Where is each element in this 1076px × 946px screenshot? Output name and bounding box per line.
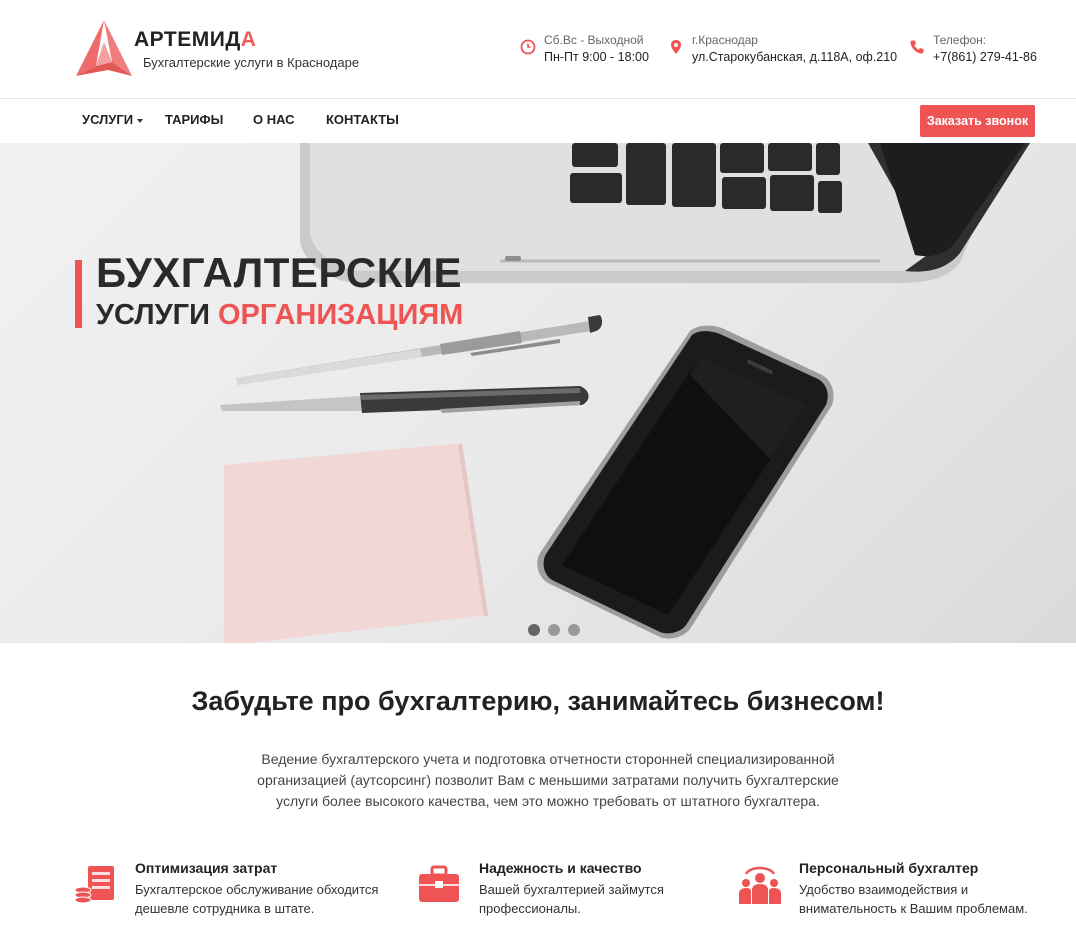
nav-item-contacts[interactable]: КОНТАКТЫ: [326, 112, 399, 127]
chevron-down-icon: [137, 118, 144, 123]
briefcase-icon: [419, 865, 459, 902]
phone-number[interactable]: +7(861) 279-41-86: [933, 50, 1037, 64]
work-hours-weekend: Сб.Вс - Выходной: [544, 33, 644, 47]
map-pin-icon: [671, 40, 681, 54]
feature-title: Персональный бухгалтер: [799, 860, 979, 876]
main-nav: УСЛУГИ ТАРИФЫ О НАС КОНТАКТЫ Заказать зв…: [0, 99, 1076, 143]
brand-tagline: Бухгалтерские услуги в Краснодаре: [143, 55, 360, 70]
feature-cost-optimization: Оптимизация затрат Бухгалтерское обслужи…: [74, 860, 394, 930]
feature-desc: Удобство взаимодействия и внимательность…: [799, 882, 1028, 916]
feature-title: Оптимизация затрат: [135, 860, 278, 876]
phone-icon: [910, 40, 924, 54]
feature-personal-accountant: Персональный бухгалтер Удобство взаимоде…: [738, 860, 1038, 930]
slider-dot-2[interactable]: [548, 624, 560, 636]
slider-dot-3[interactable]: [568, 624, 580, 636]
hero-title-line1: БУХГАЛТЕРСКИЕ: [96, 249, 463, 296]
hero-image: [220, 143, 1030, 643]
nav-item-tariffs[interactable]: ТАРИФЫ: [165, 112, 223, 127]
address-street: ул.Старокубанская, д.118А, оф.210: [692, 50, 898, 64]
address-city: г.Краснодар: [692, 33, 758, 47]
site-header: АРТЕМИДА Бухгалтерские услуги в Краснода…: [0, 0, 1076, 98]
phone-label: Телефон:: [933, 33, 987, 47]
feature-desc: Вашей бухгалтерией займутся профессионал…: [479, 882, 664, 916]
section-title: Забудьте про бухгалтерию, занимайтесь би…: [191, 686, 885, 716]
section-text: Ведение бухгалтерского учета и подготовк…: [257, 751, 839, 809]
logo[interactable]: АРТЕМИДА Бухгалтерские услуги в Краснода…: [74, 18, 374, 80]
nav-item-services[interactable]: УСЛУГИ: [82, 112, 144, 127]
work-hours-weekdays: Пн-Пт 9:00 - 18:00: [544, 50, 649, 64]
slider-dots: [528, 623, 588, 636]
order-call-button[interactable]: Заказать звонок: [920, 105, 1035, 137]
hero-slider: БУХГАЛТЕРСКИЕ УСЛУГИ ОРГАНИЗАЦИЯМ: [0, 143, 1076, 643]
feature-title: Надежность и качество: [479, 860, 642, 876]
hero-title-line2: УСЛУГИ ОРГАНИЗАЦИЯМ: [96, 299, 464, 331]
logo-triangle-icon: [76, 20, 132, 76]
nav-item-about[interactable]: О НАС: [253, 112, 295, 127]
slider-dot-1[interactable]: [528, 624, 540, 636]
clock-icon: [520, 39, 536, 55]
hero-accent-bar: [75, 260, 82, 328]
server-coins-icon: [74, 866, 114, 904]
feature-desc: Бухгалтерское обслуживание обходится деш…: [135, 882, 379, 916]
feature-reliability: Надежность и качество Вашей бухгалтерией…: [418, 860, 718, 930]
brand-name: АРТЕМИДА: [134, 28, 257, 51]
team-icon: [739, 866, 781, 904]
